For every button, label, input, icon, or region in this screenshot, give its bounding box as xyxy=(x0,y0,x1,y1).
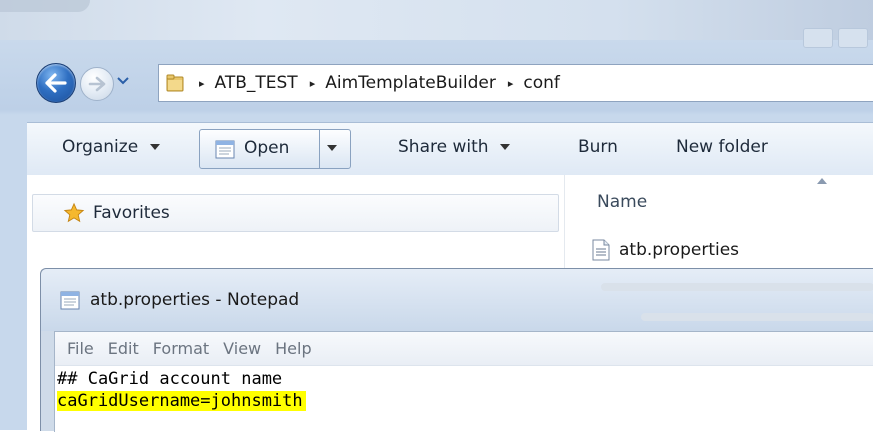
navigation-bar: ▸ ATB_TEST ▸ AimTemplateBuilder ▸ conf xyxy=(0,55,873,105)
text-line: caGridUsername=johnsmith xyxy=(57,390,873,412)
blurred-background-row xyxy=(601,283,873,291)
menu-view[interactable]: View xyxy=(223,339,261,358)
breadcrumb-atb-test[interactable]: ATB_TEST xyxy=(215,73,298,93)
favorites-item[interactable]: Favorites xyxy=(32,194,559,232)
comment-line-text: ## CaGrid account name xyxy=(57,369,283,389)
new-folder-button[interactable]: New folder xyxy=(676,137,768,157)
share-with-menu[interactable]: Share with xyxy=(398,137,510,157)
notepad-title: atb.properties - Notepad xyxy=(90,290,300,310)
minimize-button[interactable] xyxy=(803,28,833,48)
notepad-client: File Edit Format View Help ## CaGrid acc… xyxy=(54,331,873,432)
highlighted-line-text: caGridUsername=johnsmith xyxy=(57,391,306,411)
burn-button[interactable]: Burn xyxy=(578,137,618,157)
back-button[interactable] xyxy=(36,63,76,103)
file-name: atb.properties xyxy=(619,240,740,260)
sort-ascending-icon xyxy=(817,178,827,184)
menu-format[interactable]: Format xyxy=(153,339,209,358)
notepad-titlebar[interactable]: atb.properties - Notepad xyxy=(41,269,873,331)
breadcrumb-conf[interactable]: conf xyxy=(523,73,560,93)
chevron-down-icon xyxy=(499,144,510,150)
chevron-down-icon xyxy=(117,77,129,85)
notepad-window: atb.properties - Notepad File Edit Forma… xyxy=(40,268,873,432)
menu-help[interactable]: Help xyxy=(275,339,311,358)
notepad-menubar: File Edit Format View Help xyxy=(55,332,873,366)
organize-menu[interactable]: Organize xyxy=(62,137,160,157)
file-row[interactable]: atb.properties xyxy=(591,233,873,267)
blurred-background-row xyxy=(641,313,873,321)
explorer-titlebar xyxy=(0,0,873,40)
notepad-text-area[interactable]: ## CaGrid account name caGridUsername=jo… xyxy=(57,368,873,412)
command-bar: Organize Open Share with Burn New folder xyxy=(27,122,873,176)
breadcrumb-separator[interactable]: ▸ xyxy=(310,77,316,90)
text-line: ## CaGrid account name xyxy=(57,368,873,390)
forward-arrow-icon xyxy=(88,76,106,92)
open-label: Open xyxy=(244,138,290,158)
notepad-icon xyxy=(214,138,236,164)
recent-pages-dropdown[interactable] xyxy=(116,74,130,88)
open-button[interactable]: Open xyxy=(199,129,351,169)
forward-button[interactable] xyxy=(80,67,114,101)
breadcrumb-separator[interactable]: ▸ xyxy=(508,77,514,90)
text-file-icon xyxy=(591,239,611,261)
back-arrow-icon xyxy=(45,73,67,93)
breadcrumb-separator[interactable]: ▸ xyxy=(199,77,205,90)
folder-icon xyxy=(165,72,187,94)
star-icon xyxy=(63,202,85,224)
organize-label: Organize xyxy=(62,137,139,157)
favorites-label: Favorites xyxy=(93,203,170,223)
menu-edit[interactable]: Edit xyxy=(108,339,139,358)
share-with-label: Share with xyxy=(398,137,489,157)
notepad-icon xyxy=(59,289,81,311)
menu-file[interactable]: File xyxy=(67,339,94,358)
column-header-name[interactable]: Name xyxy=(597,192,647,212)
breadcrumb-aimtemplatebuilder[interactable]: AimTemplateBuilder xyxy=(325,73,496,93)
titlebar-blur-artifact xyxy=(0,0,90,12)
open-dropdown-arrow-icon[interactable] xyxy=(327,145,337,151)
chevron-down-icon xyxy=(149,144,160,150)
address-bar[interactable]: ▸ ATB_TEST ▸ AimTemplateBuilder ▸ conf xyxy=(158,64,873,102)
maximize-button[interactable] xyxy=(838,28,868,48)
open-split-divider xyxy=(319,130,320,168)
